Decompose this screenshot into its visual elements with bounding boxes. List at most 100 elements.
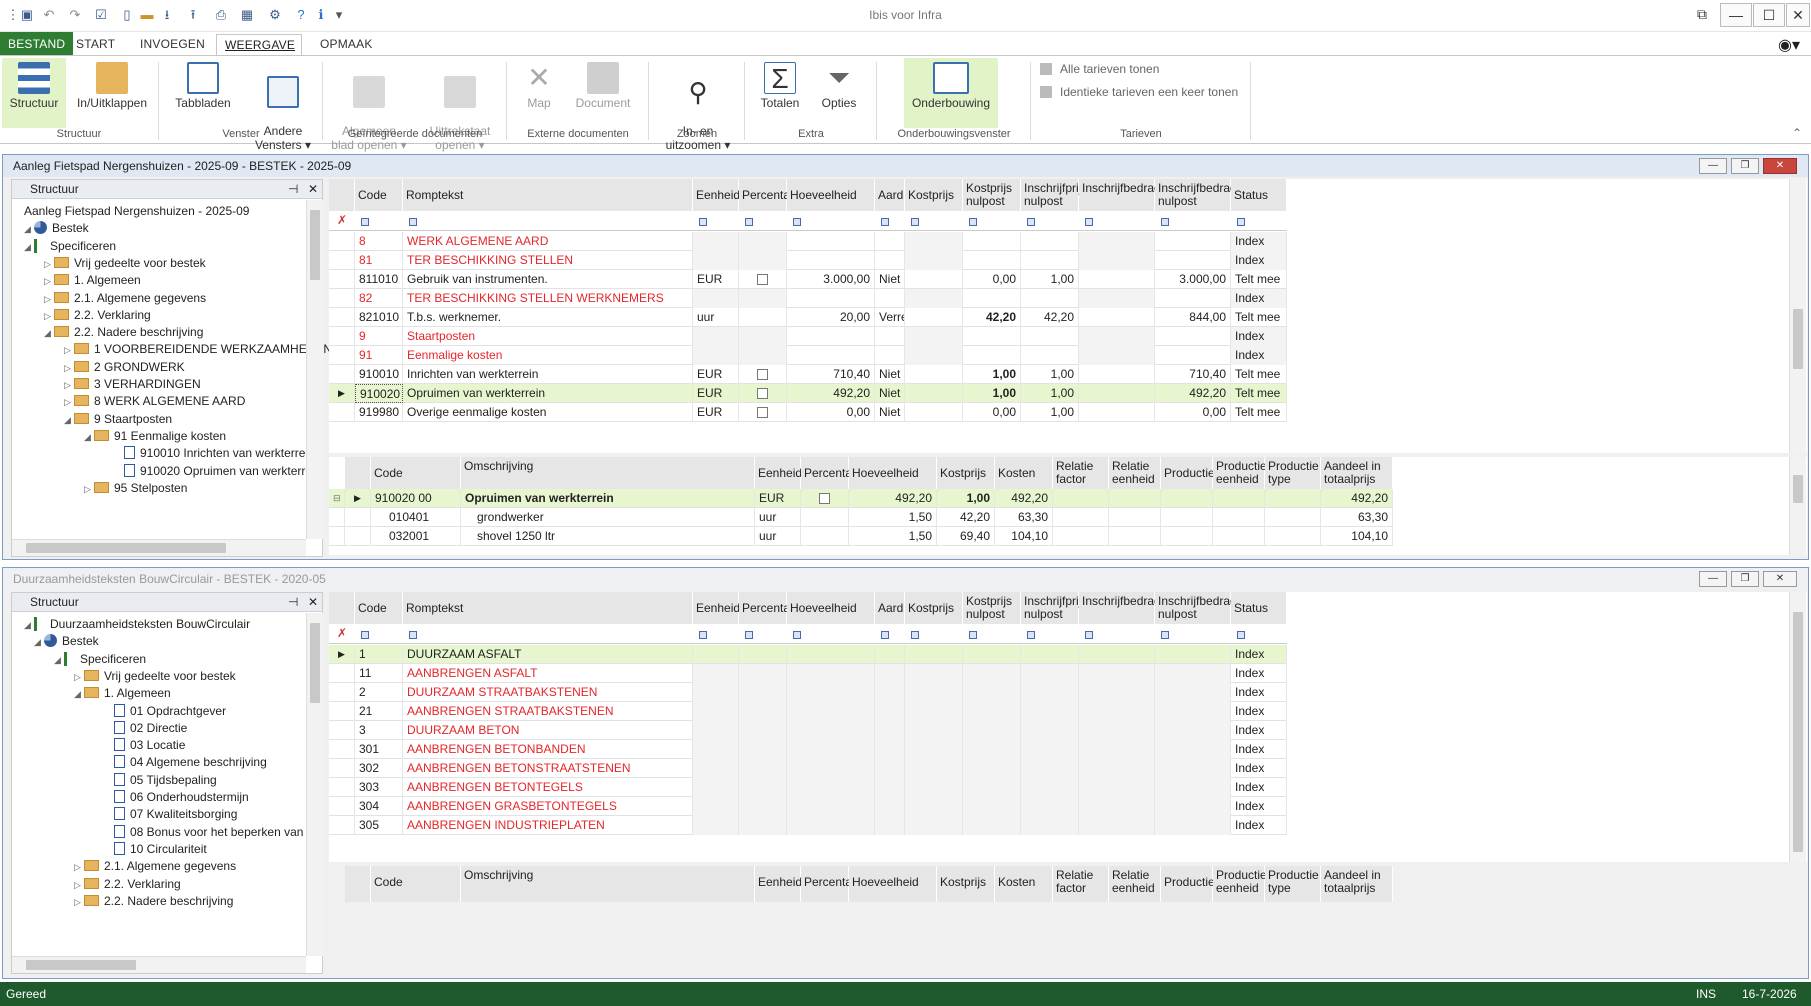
checkbox[interactable] [757, 407, 768, 418]
column-header[interactable]: Code [355, 179, 403, 211]
expand-arrow-icon[interactable]: ◢ [24, 220, 34, 238]
table-row[interactable]: 821010 T.b.s. werknemer. uur 20,00 Verre 42,2… [329, 308, 1287, 327]
filter-button[interactable] [969, 631, 977, 639]
column-header[interactable]: Inschrijfbedrag [1079, 592, 1161, 624]
checkbox[interactable] [757, 274, 768, 285]
tree-item[interactable]: ◢ 2.2. Nadere beschrijving [44, 323, 203, 341]
window1-close-button[interactable]: ✕ [1763, 158, 1797, 174]
filter-button[interactable] [881, 218, 889, 226]
column-header[interactable]: Inschrijfprijs nulpost [1021, 179, 1087, 211]
column-header[interactable]: Relatie eenheid [1109, 866, 1161, 902]
maximize-button[interactable]: ☐ [1753, 3, 1785, 27]
column-header[interactable]: Aandeel in totaalprijs [1321, 866, 1393, 902]
tree-item[interactable]: 03 Locatie [104, 736, 185, 754]
document-button[interactable]: Document [570, 58, 636, 128]
collapse-ribbon-icon[interactable]: ⌃ [1792, 126, 1802, 140]
expand-arrow-icon[interactable]: ▷ [64, 393, 74, 411]
column-header[interactable]: Percenta [739, 592, 790, 624]
tree-item[interactable]: ◢ Bestek [34, 632, 99, 650]
filter-button[interactable] [361, 631, 369, 639]
window1-restore-button[interactable]: ❐ [1731, 158, 1759, 174]
tree-item[interactable]: 05 Tijdsbepaling [104, 771, 217, 789]
tree-item[interactable]: ◢ 9 Staartposten [64, 410, 172, 428]
table-row[interactable]: 010401 grondwerker uur 1,50 42,20 63,30 63,30 [329, 508, 1393, 527]
column-header[interactable]: Kostprijs nulpost [963, 179, 1021, 211]
table-row[interactable]: 91 Eenmalige kosten Index [329, 346, 1287, 365]
map-button[interactable]: ✕ Map [514, 58, 564, 128]
column-header[interactable]: Productie type [1265, 457, 1321, 489]
expand-arrow-icon[interactable]: ▷ [44, 307, 54, 325]
tree-item[interactable]: ◢ Specificeren [24, 237, 116, 255]
tree-item[interactable]: 01 Opdrachtgever [104, 702, 226, 720]
filter-button[interactable] [881, 631, 889, 639]
tree-item[interactable]: ▷ 2.2. Nadere beschrijving [74, 892, 233, 910]
filter-button[interactable] [1161, 631, 1169, 639]
tree-item[interactable]: ▷ 2.2. Verklaring [44, 306, 151, 324]
column-header[interactable]: Eenheid [693, 179, 740, 211]
filter-button[interactable] [409, 218, 417, 226]
opties-button[interactable]: ⏷ Opties [814, 58, 864, 128]
checkbox[interactable] [757, 388, 768, 399]
table-row[interactable]: 910010 Inrichten van werkterrein EUR 710,40… [329, 365, 1287, 384]
column-header[interactable]: Eenheid [755, 457, 802, 489]
expand-arrow-icon[interactable]: ◢ [24, 238, 34, 256]
table-row[interactable]: 301 AANBRENGEN BETONBANDEN Index [329, 740, 1287, 759]
structuur-button[interactable]: Structuur [2, 58, 66, 128]
column-header[interactable]: Inschrijfbedrag nulpost [1155, 179, 1237, 211]
table-row[interactable]: 305 AANBRENGEN INDUSTRIEPLATEN Index [329, 816, 1287, 835]
expand-arrow-icon[interactable]: ◢ [44, 324, 54, 342]
cell-cb[interactable] [739, 327, 787, 346]
tree-item[interactable]: 04 Algemene beschrijving [104, 753, 267, 771]
filter-button[interactable] [911, 631, 919, 639]
tree-item[interactable]: ▷ Vrij gedeelte voor bestek [74, 667, 236, 685]
pin-icon[interactable]: ⊣ [288, 593, 298, 611]
tree-item[interactable]: ▷ 1. Algemeen [44, 271, 141, 289]
tree-item[interactable]: ▷ 2.2. Verklaring [74, 875, 181, 893]
checkbox[interactable] [757, 369, 768, 380]
totalen-button[interactable]: Σ Totalen [752, 58, 808, 128]
inuitklappen-button[interactable]: In/Uitklappen [72, 58, 152, 128]
column-header[interactable]: Hoeveelheid [849, 457, 937, 489]
tab-weergave[interactable]: WEERGAVE [216, 34, 302, 56]
column-header[interactable]: Kosten [995, 866, 1053, 902]
column-header[interactable]: Hoeveelheid [849, 866, 937, 902]
tree2-hscroll[interactable] [12, 956, 306, 973]
column-header[interactable]: Inschrijfbedrag [1079, 179, 1161, 211]
tree-item[interactable]: ◢ Specificeren [54, 650, 146, 668]
algemeen-blad-button[interactable]: Algemeen blad openen ▾ [330, 58, 408, 152]
table-row[interactable]: 9 Staartposten Index [329, 327, 1287, 346]
expand-arrow-icon[interactable]: ▷ [74, 893, 84, 911]
cell-cb[interactable] [739, 308, 787, 327]
subgrid1-vscroll[interactable] [1789, 457, 1806, 555]
expand-arrow-icon[interactable]: ▷ [84, 480, 94, 498]
filter-button[interactable] [745, 631, 753, 639]
tree-item[interactable]: 02 Directie [104, 719, 187, 737]
column-header[interactable]: Romptekst [403, 592, 693, 624]
tree-item[interactable]: Aanleg Fietspad Nergenshuizen - 2025-09 [14, 202, 249, 220]
column-header[interactable]: Romptekst [403, 179, 693, 211]
filter-button[interactable] [745, 218, 753, 226]
column-header[interactable]: Code [355, 592, 403, 624]
tab-bestand[interactable]: BESTAND [0, 32, 74, 56]
tree-item[interactable]: ▷ 2 GRONDWERK [64, 358, 185, 376]
filter-button[interactable] [361, 218, 369, 226]
column-header[interactable]: Percenta [801, 457, 852, 489]
column-header[interactable]: Eenheid [693, 592, 740, 624]
tabbladen-button[interactable]: Tabbladen [168, 58, 238, 128]
minimize-button[interactable]: — [1720, 3, 1752, 27]
table-row[interactable]: 919980 Overige eenmalige kosten EUR 0,00 Nie… [329, 403, 1287, 422]
column-header[interactable]: Inschrijfbedrag nulpost [1155, 592, 1237, 624]
cell-cb[interactable] [801, 508, 849, 527]
window2-close-button[interactable]: ✕ [1763, 571, 1797, 587]
column-header[interactable]: Kostprijs [937, 457, 995, 489]
expand-arrow-icon[interactable]: ◢ [34, 633, 44, 651]
column-header[interactable]: Productie [1161, 866, 1215, 902]
filter-button[interactable] [409, 631, 417, 639]
tree-item[interactable]: 910020 Opruimen van werkterrein [114, 462, 321, 480]
table-row[interactable]: 82 TER BESCHIKKING STELLEN WERKNEMERS Inde… [329, 289, 1287, 308]
table-row[interactable]: 032001 shovel 1250 ltr uur 1,50 69,40 104,10 1… [329, 527, 1393, 546]
filter-pin-icon[interactable]: ✗ [337, 626, 347, 640]
column-header[interactable]: Relatie factor [1053, 866, 1109, 902]
column-header[interactable]: Status [1231, 592, 1287, 624]
column-header[interactable]: Productie type [1265, 866, 1321, 902]
